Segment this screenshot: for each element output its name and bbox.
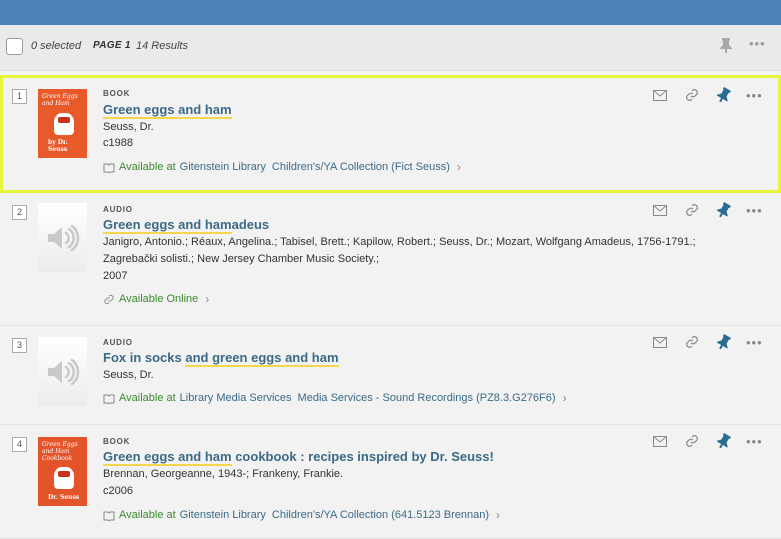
contributors-line-2: Zagrebački solisti.; New Jersey Chamber … — [103, 253, 380, 265]
book-cover-thumbnail[interactable]: Green Eggs and Ham by Dr. Seuss — [38, 89, 87, 158]
title-highlight[interactable]: Green eggs and ham — [103, 102, 232, 119]
speaker-icon — [47, 224, 79, 251]
item-actions: ••• — [652, 333, 763, 350]
resource-type: BOOK — [103, 89, 131, 98]
pin-icon[interactable] — [716, 86, 732, 103]
author-line: Seuss, Dr. — [103, 121, 154, 133]
result-number: 2 — [12, 205, 27, 220]
email-icon[interactable] — [652, 334, 668, 350]
top-header-bar — [0, 0, 781, 25]
pin-icon[interactable] — [719, 37, 733, 58]
link-icon — [104, 294, 114, 304]
email-icon[interactable] — [652, 433, 668, 449]
cover-title: Green Eggs and Ham — [42, 93, 78, 107]
result-title[interactable]: Green eggs and ham — [103, 102, 232, 119]
book-icon — [103, 511, 115, 521]
pin-icon[interactable] — [716, 201, 732, 218]
more-options-icon[interactable]: ••• — [746, 203, 763, 218]
more-options-icon[interactable]: ••• — [746, 88, 763, 103]
availability-status[interactable]: Available Online — [119, 293, 198, 305]
pin-icon[interactable] — [716, 432, 732, 449]
results-count: 14 Results — [136, 40, 188, 52]
permalink-icon[interactable] — [684, 87, 700, 103]
result-title[interactable]: Green eggs and hamadeus — [103, 217, 270, 234]
title-highlight[interactable]: Green eggs and ham — [103, 449, 232, 466]
title-prefix[interactable]: Fox in socks — [103, 350, 185, 365]
more-options-icon[interactable]: ••• — [749, 36, 766, 51]
chevron-right-icon[interactable]: › — [496, 508, 500, 522]
library-name[interactable]: Gitenstein Library — [180, 161, 266, 173]
title-rest[interactable]: adeus — [232, 217, 270, 232]
select-all-checkbox[interactable] — [6, 38, 23, 55]
library-name[interactable]: Gitenstein Library — [180, 509, 266, 521]
chevron-right-icon[interactable]: › — [563, 391, 567, 405]
item-actions: ••• — [652, 432, 763, 449]
title-highlight[interactable]: and green eggs and ham — [185, 350, 339, 367]
result-title[interactable]: Green eggs and ham cookbook : recipes in… — [103, 449, 494, 466]
book-icon — [103, 394, 115, 404]
library-name[interactable]: Library Media Services — [180, 392, 292, 404]
resource-type: BOOK — [103, 437, 131, 446]
permalink-icon[interactable] — [684, 334, 700, 350]
cover-title: Green Eggs and Ham Cookbook — [42, 441, 78, 462]
audio-thumbnail[interactable] — [38, 337, 87, 406]
shelf-location[interactable]: Children's/YA Collection (Fict Seuss) — [272, 161, 450, 173]
result-item[interactable]: 3 AUDIO Fox in socks and green eggs and … — [0, 327, 781, 425]
email-icon[interactable] — [652, 202, 668, 218]
permalink-icon[interactable] — [684, 202, 700, 218]
availability-status: Available at — [119, 509, 176, 521]
pin-icon[interactable] — [716, 333, 732, 350]
date-line: 2007 — [103, 270, 128, 282]
date-line: c2006 — [103, 485, 133, 497]
result-item[interactable]: 2 AUDIO Green eggs and hamadeus Janigro,… — [0, 194, 781, 326]
shelf-location[interactable]: Children's/YA Collection (641.5123 Brenn… — [272, 509, 489, 521]
result-number: 1 — [12, 89, 27, 104]
result-item[interactable]: 4 Green Eggs and Ham Cookbook Dr. Seuss … — [0, 426, 781, 539]
chevron-right-icon[interactable]: › — [457, 160, 461, 174]
book-icon — [103, 163, 115, 173]
email-icon[interactable] — [652, 87, 668, 103]
speaker-icon — [47, 358, 79, 385]
author-line: Seuss, Dr. — [103, 369, 154, 381]
availability-line[interactable]: Available Online › — [103, 292, 209, 306]
chevron-right-icon[interactable]: › — [205, 292, 209, 306]
selected-count: 0 selected — [31, 40, 82, 52]
availability-line[interactable]: Available at Gitenstein Library Children… — [103, 160, 461, 174]
shelf-location[interactable]: Media Services - Sound Recordings (PZ8.3… — [298, 392, 556, 404]
result-number: 3 — [12, 338, 27, 353]
availability-line[interactable]: Available at Gitenstein Library Children… — [103, 508, 500, 522]
cover-author: by Dr. Seuss — [48, 139, 68, 153]
result-item[interactable]: 1 Green Eggs and Ham by Dr. Seuss BOOK G… — [0, 75, 781, 193]
cover-author: Dr. Seuss — [48, 494, 80, 501]
resource-type: AUDIO — [103, 338, 133, 347]
item-actions: ••• — [652, 201, 763, 218]
more-options-icon[interactable]: ••• — [746, 434, 763, 449]
date-line: c1988 — [103, 137, 133, 149]
audio-thumbnail[interactable] — [38, 203, 87, 272]
result-number: 4 — [12, 437, 27, 452]
availability-status: Available at — [119, 392, 176, 404]
permalink-icon[interactable] — [684, 433, 700, 449]
contributors-line: Janigro, Antonio.; Réaux, Angelina.; Tab… — [103, 236, 696, 248]
resource-type: AUDIO — [103, 205, 133, 214]
title-rest[interactable]: cookbook : recipes inspired by Dr. Seuss… — [232, 449, 494, 464]
page-indicator: PAGE 1 — [93, 40, 131, 51]
item-actions: ••• — [652, 86, 763, 103]
results-toolbar: 0 selected PAGE 1 14 Results ••• — [0, 25, 781, 71]
author-line: Brennan, Georgeanne, 1943-; Frankeny, Fr… — [103, 468, 344, 480]
availability-status: Available at — [119, 161, 176, 173]
book-cover-thumbnail[interactable]: Green Eggs and Ham Cookbook Dr. Seuss — [38, 437, 87, 506]
availability-line[interactable]: Available at Library Media Services Medi… — [103, 391, 567, 405]
title-highlight[interactable]: Green eggs and ham — [103, 217, 232, 234]
more-options-icon[interactable]: ••• — [746, 335, 763, 350]
result-title[interactable]: Fox in socks and green eggs and ham — [103, 350, 339, 367]
